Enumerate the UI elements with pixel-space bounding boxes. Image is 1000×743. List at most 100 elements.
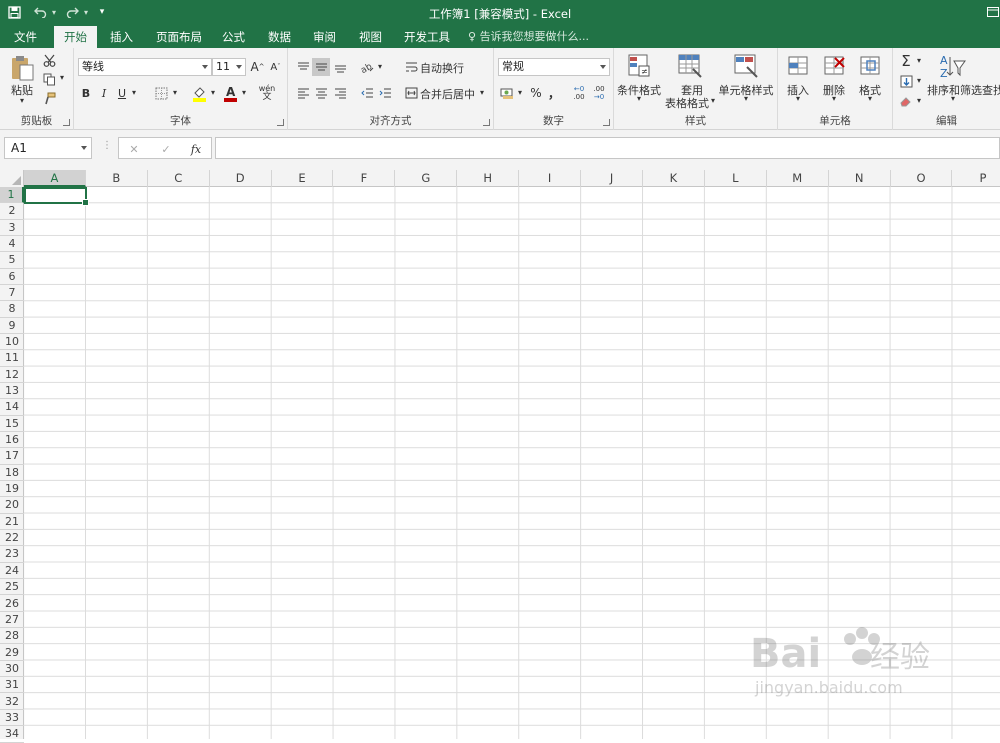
row-header-7[interactable]: 7 [0, 285, 24, 301]
row-header-28[interactable]: 28 [0, 628, 24, 644]
paste-dropdown-icon[interactable]: ▾ [14, 96, 30, 105]
sort-filter-dropdown-icon[interactable]: ▾ [949, 94, 957, 103]
clear-dropdown-icon[interactable]: ▾ [915, 96, 923, 105]
cancel-icon[interactable]: ✕ [123, 140, 145, 158]
row-header-31[interactable]: 31 [0, 677, 24, 693]
autosum-dropdown-icon[interactable]: ▾ [915, 56, 923, 65]
tab-formulas[interactable]: 公式 [212, 26, 255, 48]
cell-styles-icon[interactable] [732, 52, 760, 80]
row-header-11[interactable]: 11 [0, 350, 24, 366]
row-header-23[interactable]: 23 [0, 546, 24, 562]
tab-view[interactable]: 视图 [349, 26, 392, 48]
row-header-33[interactable]: 33 [0, 710, 24, 726]
paste-icon[interactable] [8, 54, 36, 82]
align-middle-icon[interactable] [312, 58, 330, 76]
enter-icon[interactable]: ✓ [155, 140, 177, 158]
row-header-10[interactable]: 10 [0, 334, 24, 350]
column-header-p[interactable]: P [953, 170, 1000, 187]
formula-input[interactable] [215, 137, 1000, 159]
tell-me-box[interactable]: ♀ 告诉我您想要做什么... [468, 26, 589, 48]
align-bottom-icon[interactable] [331, 58, 349, 76]
tab-review[interactable]: 审阅 [303, 26, 346, 48]
column-header-g[interactable]: G [395, 170, 457, 187]
format-as-table-line2[interactable]: 表格格式 [664, 95, 710, 111]
accounting-dropdown-icon[interactable]: ▾ [516, 88, 524, 97]
align-right-icon[interactable] [331, 84, 349, 102]
merge-center-icon[interactable] [402, 84, 420, 102]
format-dropdown-icon[interactable]: ▾ [866, 94, 874, 103]
row-header-2[interactable]: 2 [0, 203, 24, 219]
column-header-d[interactable]: D [210, 170, 272, 187]
number-format-select[interactable]: 常规 [498, 58, 610, 76]
decrease-indent-icon[interactable] [358, 84, 376, 102]
cut-icon[interactable] [41, 52, 57, 68]
row-header-14[interactable]: 14 [0, 399, 24, 415]
grow-font-button[interactable]: A^ [250, 58, 265, 76]
row-header-5[interactable]: 5 [0, 252, 24, 268]
italic-button[interactable]: I [96, 84, 112, 102]
fill-dropdown-icon[interactable]: ▾ [915, 76, 923, 85]
row-header-3[interactable]: 3 [0, 220, 24, 236]
delete-dropdown-icon[interactable]: ▾ [830, 94, 838, 103]
tab-data[interactable]: 数据 [258, 26, 301, 48]
row-header-32[interactable]: 32 [0, 694, 24, 710]
wrap-text-button[interactable]: 自动换行 [420, 60, 464, 76]
row-header-13[interactable]: 13 [0, 383, 24, 399]
underline-button[interactable]: U [114, 84, 130, 102]
borders-dropdown-icon[interactable]: ▾ [171, 88, 179, 97]
active-cell-a1[interactable] [24, 187, 87, 204]
column-header-i[interactable]: I [519, 170, 581, 187]
formula-bar-splitter-icon[interactable]: ⋮ [102, 140, 112, 151]
tab-developer[interactable]: 开发工具 [394, 26, 460, 48]
borders-icon[interactable] [152, 84, 170, 102]
number-launcher-icon[interactable] [603, 119, 610, 126]
find-select-button[interactable]: 查找 [982, 82, 1000, 98]
wrap-text-icon[interactable] [402, 58, 420, 76]
tab-page-layout[interactable]: 页面布局 [146, 26, 212, 48]
column-header-k[interactable]: K [643, 170, 705, 187]
fill-color-icon[interactable] [190, 83, 208, 103]
row-header-12[interactable]: 12 [0, 367, 24, 383]
clipboard-launcher-icon[interactable] [63, 119, 70, 126]
row-header-26[interactable]: 26 [0, 596, 24, 612]
row-header-17[interactable]: 17 [0, 448, 24, 464]
percent-button[interactable]: % [528, 84, 544, 102]
column-header-f[interactable]: F [334, 170, 396, 187]
delete-cells-icon[interactable] [820, 52, 848, 80]
row-header-21[interactable]: 21 [0, 514, 24, 530]
underline-dropdown-icon[interactable]: ▾ [130, 88, 138, 97]
row-header-15[interactable]: 15 [0, 416, 24, 432]
row-header-22[interactable]: 22 [0, 530, 24, 546]
row-header-29[interactable]: 29 [0, 645, 24, 661]
format-as-table-icon[interactable] [676, 52, 704, 80]
row-header-1[interactable]: 1 [0, 187, 24, 203]
decrease-decimal-button[interactable]: .00→0 [590, 83, 608, 103]
row-header-18[interactable]: 18 [0, 465, 24, 481]
font-color-icon[interactable]: A [221, 83, 239, 103]
merge-dropdown-icon[interactable]: ▾ [478, 88, 486, 97]
insert-dropdown-icon[interactable]: ▾ [794, 94, 802, 103]
font-color-dropdown-icon[interactable]: ▾ [240, 88, 248, 97]
row-header-19[interactable]: 19 [0, 481, 24, 497]
increase-decimal-button[interactable]: ←0.00 [570, 83, 588, 103]
column-header-l[interactable]: L [705, 170, 767, 187]
increase-indent-icon[interactable] [376, 84, 394, 102]
conditional-formatting-icon[interactable]: ≠ [626, 52, 652, 80]
row-header-34[interactable]: 34 [0, 726, 24, 742]
column-header-a[interactable]: A [24, 170, 86, 187]
font-launcher-icon[interactable] [277, 119, 284, 126]
conditional-dropdown-icon[interactable]: ▾ [635, 94, 643, 103]
select-all-button[interactable] [0, 170, 24, 187]
column-header-n[interactable]: N [829, 170, 891, 187]
accounting-format-icon[interactable] [498, 84, 516, 102]
column-header-o[interactable]: O [891, 170, 953, 187]
font-name-select[interactable]: 等线 [78, 58, 212, 76]
comma-button[interactable]: ， [546, 84, 562, 102]
column-header-e[interactable]: E [272, 170, 334, 187]
align-top-icon[interactable] [294, 58, 312, 76]
align-left-icon[interactable] [294, 84, 312, 102]
tab-insert[interactable]: 插入 [100, 26, 143, 48]
row-header-20[interactable]: 20 [0, 497, 24, 513]
tab-home[interactable]: 开始 [54, 26, 97, 48]
name-box[interactable]: A1 [4, 137, 92, 159]
